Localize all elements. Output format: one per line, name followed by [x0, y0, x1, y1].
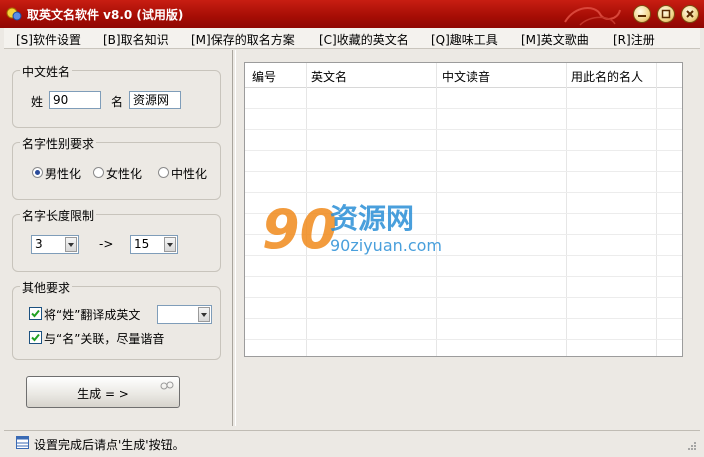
row-divider	[245, 108, 682, 109]
table-header: 编号 英文名 中文读音 用此名的名人	[245, 63, 682, 88]
watermark-domain: 90ziyuan.com	[330, 236, 442, 255]
column-header-pronunciation[interactable]: 中文读音	[442, 68, 490, 85]
match-given-name-checkbox[interactable]	[29, 331, 42, 344]
app-icon	[6, 7, 22, 21]
menu-bar: [S]软件设置 [B]取名知识 [M]保存的取名方案 [C]收藏的英文名 [Q]…	[4, 28, 700, 49]
minimize-icon	[638, 15, 646, 17]
table-icon	[16, 436, 29, 449]
length-group: 名字长度限制 3 -> 15	[12, 207, 221, 272]
column-header-english-name[interactable]: 英文名	[311, 68, 347, 85]
watermark-logo: 90 资源网 90ziyuan.com	[262, 198, 442, 256]
title-bar[interactable]: 取英文名软件 v8.0 (试用版)	[0, 0, 704, 28]
max-length-value: 15	[134, 237, 150, 251]
chevron-down-icon[interactable]	[164, 237, 176, 252]
checkmark-icon	[31, 309, 40, 318]
row-divider	[245, 297, 682, 298]
column-header-celebrities[interactable]: 用此名的名人	[571, 68, 643, 85]
gender-female-label[interactable]: 女性化	[106, 165, 142, 182]
row-divider	[245, 276, 682, 277]
given-name-label: 名	[111, 95, 124, 109]
menu-naming-knowledge[interactable]: [B]取名知识	[103, 31, 169, 48]
gender-group: 名字性别要求 男性化 女性化 中性化	[12, 135, 221, 200]
match-given-name-label[interactable]: 与“名”关联，尽量谐音	[44, 330, 164, 347]
menu-register[interactable]: [R]注册	[613, 31, 655, 48]
checkmark-icon	[31, 333, 40, 342]
maximize-icon	[661, 9, 671, 19]
gender-neutral-radio[interactable]	[158, 167, 169, 178]
gender-male-radio[interactable]	[32, 167, 43, 178]
length-range-arrow: ->	[99, 237, 114, 251]
close-icon	[686, 10, 694, 18]
min-length-value: 3	[35, 237, 43, 251]
title-ornament	[564, 7, 621, 26]
row-divider	[245, 318, 682, 319]
resize-grip-icon[interactable]	[687, 441, 697, 451]
surname-translation-select[interactable]	[157, 305, 212, 324]
translate-surname-label[interactable]: 将“姓”翻译成英文	[44, 306, 140, 323]
min-length-select[interactable]: 3	[31, 235, 79, 254]
watermark-text: 资源网	[330, 202, 414, 235]
column-header-number[interactable]: 编号	[252, 68, 276, 85]
row-divider	[245, 150, 682, 151]
surname-input[interactable]: 90	[49, 91, 101, 109]
menu-saved-plans[interactable]: [M]保存的取名方案	[191, 31, 295, 48]
window-title: 取英文名软件 v8.0 (试用版)	[27, 8, 184, 22]
row-divider	[245, 129, 682, 130]
column-divider	[656, 63, 657, 356]
row-divider	[245, 339, 682, 340]
gender-group-title: 名字性别要求	[20, 135, 97, 152]
close-button[interactable]	[681, 5, 699, 23]
gender-female-radio[interactable]	[93, 167, 104, 178]
menu-settings[interactable]: [S]软件设置	[16, 31, 81, 48]
minimize-button[interactable]	[633, 5, 651, 23]
max-length-select[interactable]: 15	[130, 235, 178, 254]
column-divider	[566, 63, 567, 356]
generate-button-label: 生成 = >	[77, 387, 129, 401]
generate-button[interactable]: 生成 = >	[26, 376, 180, 408]
chevron-down-icon[interactable]	[65, 237, 77, 252]
menu-favorite-names[interactable]: [C]收藏的英文名	[319, 31, 409, 48]
other-requirements-group: 其他要求 将“姓”翻译成英文 与“名”关联，尽量谐音	[12, 279, 221, 360]
maximize-button[interactable]	[657, 5, 675, 23]
swirl-ornament-icon	[160, 381, 174, 390]
chevron-down-icon[interactable]	[198, 307, 210, 322]
app-window: 取英文名软件 v8.0 (试用版) [S]软件设置 [B]取名知识 [M]保存的…	[0, 0, 704, 457]
menu-english-songs[interactable]: [M]英文歌曲	[521, 31, 589, 48]
chinese-name-group-title: 中文姓名	[20, 63, 73, 80]
chinese-name-group: 中文姓名 姓 90 名 资源网	[12, 63, 221, 128]
row-divider	[245, 192, 682, 193]
status-text: 设置完成后请点'生成'按钮。	[34, 438, 185, 452]
menu-fun-tools[interactable]: [Q]趣味工具	[431, 31, 498, 48]
gender-neutral-label[interactable]: 中性化	[171, 165, 207, 182]
row-divider	[245, 171, 682, 172]
watermark-logo-number: 90	[262, 198, 337, 256]
translate-surname-checkbox[interactable]	[29, 307, 42, 320]
other-requirements-group-title: 其他要求	[20, 279, 73, 296]
panel-splitter[interactable]	[232, 50, 236, 426]
surname-label: 姓	[31, 95, 44, 109]
status-bar: 设置完成后请点'生成'按钮。	[4, 430, 700, 454]
gender-male-label[interactable]: 男性化	[45, 165, 81, 182]
given-name-input[interactable]: 资源网	[129, 91, 181, 109]
length-group-title: 名字长度限制	[20, 207, 97, 224]
